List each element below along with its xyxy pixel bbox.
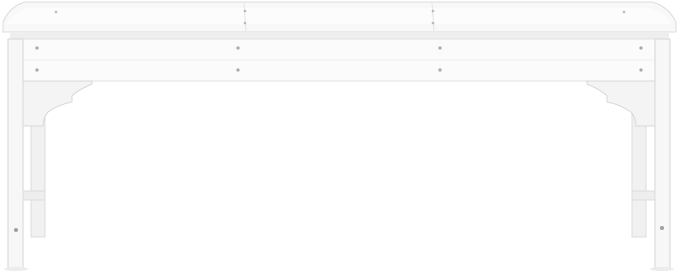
bench-seat-top [2, 1, 677, 33]
screw-icon [639, 68, 643, 72]
screw-icon [660, 226, 664, 230]
screw-icon [35, 68, 39, 72]
screw-icon [243, 9, 247, 13]
screw-icon [438, 68, 442, 72]
screw-icon [35, 46, 39, 50]
ground-shadow [4, 267, 674, 271]
screw-icon [431, 21, 435, 25]
screw-icon [431, 9, 435, 13]
screw-icon [236, 46, 240, 50]
white-bench-illustration [2, 1, 677, 271]
screw-icon [236, 68, 240, 72]
bench-apron [10, 32, 669, 82]
screw-icon [639, 46, 643, 50]
screw-icon [14, 228, 18, 232]
screw-icon [54, 10, 58, 14]
product-image [0, 0, 679, 274]
screw-icon [622, 10, 626, 14]
screw-icon [438, 46, 442, 50]
screw-icon [243, 21, 247, 25]
